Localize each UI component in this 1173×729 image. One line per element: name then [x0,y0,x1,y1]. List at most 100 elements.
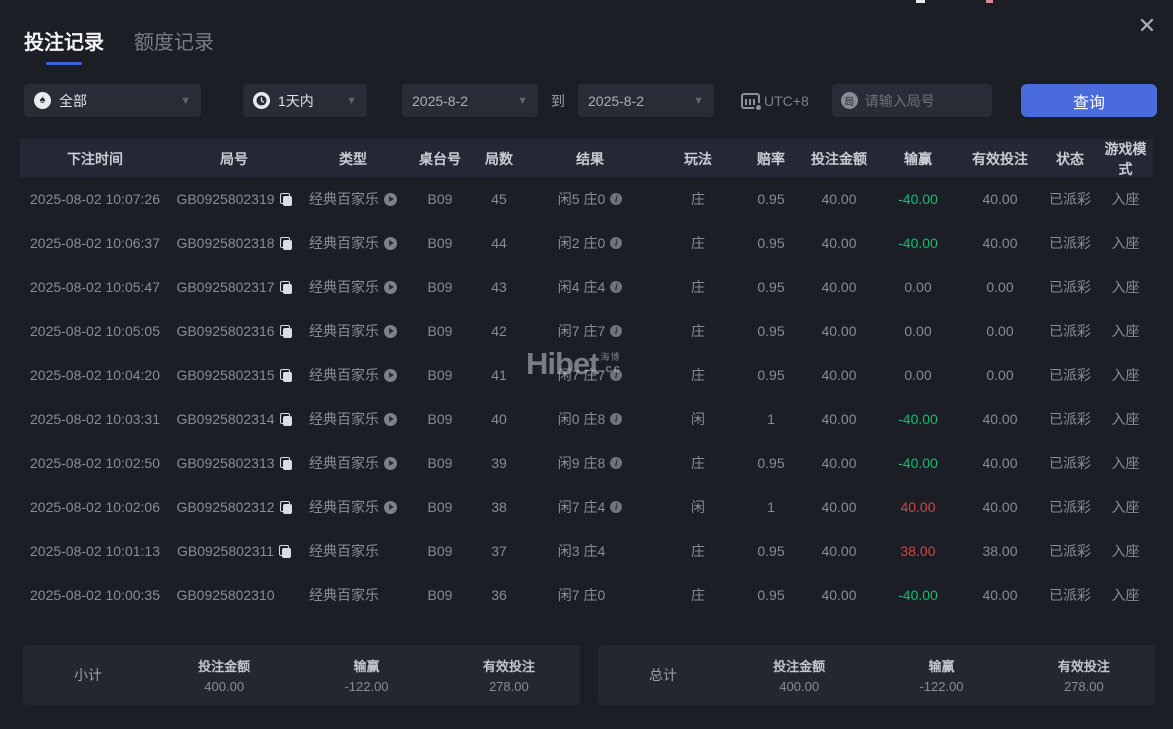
table-number: B09 [427,367,453,383]
play-type: 闲 [691,411,705,427]
video-replay-icon[interactable] [384,324,397,338]
time-range-dropdown[interactable]: 1天内 ▼ [243,84,367,117]
result-text: 闲4 庄4 [557,279,606,295]
info-icon[interactable]: i [610,237,623,249]
round-id-cell: GB0925802311 [170,543,298,559]
copy-icon[interactable] [279,192,292,206]
status-badge: 已派彩 [1049,235,1091,251]
copy-icon[interactable] [279,236,292,250]
play-type: 庄 [691,587,705,603]
win-loss: 0.00 [904,279,932,295]
subtotal-win-loss: 输赢 -122.00 [344,659,389,694]
round-id: GB0925802317 [176,279,275,295]
game-mode: 入座 [1111,587,1140,603]
bet-time: 2025-08-02 10:04:20 [30,367,160,383]
game-type: 经典百家乐 [309,587,379,603]
video-replay-icon[interactable] [384,368,397,382]
odds: 0.95 [757,367,785,383]
chevron-down-icon: ▼ [346,94,357,107]
win-loss: -40.00 [898,411,938,427]
column-header: 状态 [1056,151,1084,167]
result-text: 闲5 庄0 [557,191,606,207]
odds: 1 [767,499,775,515]
bet-records-table: 2025-08-02 10:07:26 GB0925802319 经典百家乐 B… [20,177,1153,617]
game-mode: 入座 [1111,279,1140,295]
game-mode: 入座 [1111,499,1140,515]
info-icon[interactable]: i [610,413,623,425]
table-number: B09 [427,499,453,515]
video-replay-icon[interactable] [384,412,397,426]
play-type: 庄 [691,279,705,295]
video-replay-icon[interactable] [384,280,397,294]
bet-amount: 40.00 [821,367,857,383]
video-replay-icon[interactable] [384,236,397,250]
bet-amount: 40.00 [821,411,857,427]
round-id-cell: GB0925802314 [170,411,298,427]
round-id-cell: GB0925802319 [170,191,298,207]
game-type-cell: 经典百家乐 [298,189,408,209]
game-type: 经典百家乐 [309,191,379,207]
win-loss: 0.00 [904,323,932,339]
date-from-dropdown[interactable]: 2025-8-2 ▼ [402,84,538,117]
tab-quota-records[interactable]: 额度记录 [134,26,214,65]
bet-amount: 40.00 [821,235,857,251]
game-type-cell: 经典百家乐 [298,541,408,561]
result-cell: 闲3 庄4 i [526,541,654,561]
date-to-dropdown[interactable]: 2025-8-2 ▼ [578,84,714,117]
result-cell: 闲5 庄0 i [526,189,654,209]
video-replay-icon[interactable] [384,192,397,206]
game-type-cell: 经典百家乐 [298,585,408,605]
bet-amount: 40.00 [821,191,857,207]
top-edge-remnant-white [916,0,925,3]
copy-icon[interactable] [279,412,292,426]
bet-time: 2025-08-02 10:06:37 [30,235,160,251]
valid-bet: 40.00 [982,587,1018,603]
result-cell: 闲7 庄7 i [526,321,654,341]
subtotal-label: 小计 [74,667,102,683]
round-number: 41 [491,367,507,383]
round-id: GB0925802310 [176,587,275,603]
tab-bet-records[interactable]: 投注记录 [24,26,104,65]
game-type-dropdown[interactable]: ♠ 全部 ▼ [24,84,201,117]
copy-icon[interactable] [279,456,292,470]
copy-icon[interactable] [279,280,292,294]
table-number: B09 [427,587,453,603]
game-type: 经典百家乐 [309,411,379,427]
round-number-input[interactable] [864,92,983,109]
total-win-loss: 输赢 -122.00 [919,659,964,694]
video-replay-icon[interactable] [384,456,397,470]
odds: 0.95 [757,455,785,471]
column-header: 投注金额 [811,151,867,167]
game-type-cell: 经典百家乐 [298,277,408,297]
close-icon[interactable]: ✕ [1133,12,1161,40]
status-badge: 已派彩 [1049,323,1091,339]
valid-bet: 40.00 [982,455,1018,471]
round-number: 40 [491,411,507,427]
info-icon[interactable]: i [610,193,623,205]
info-icon[interactable]: i [610,281,623,293]
valid-bet: 40.00 [982,191,1018,207]
copy-icon[interactable] [279,500,292,514]
info-icon[interactable]: i [610,501,623,513]
time-range-value: 1天内 [278,92,314,109]
info-icon[interactable]: i [610,325,623,337]
info-icon[interactable]: i [610,369,623,381]
video-replay-icon[interactable] [384,500,397,514]
round-id: GB0925802316 [176,323,275,339]
copy-icon[interactable] [279,544,292,558]
round-id-cell: GB0925802317 [170,279,298,295]
tab-bet-records-label: 投注记录 [24,32,104,54]
table-number: B09 [427,455,453,471]
play-type: 庄 [691,367,705,383]
search-button[interactable]: 查询 [1021,84,1157,117]
table-row: 2025-08-02 10:02:06 GB0925802312 经典百家乐 B… [20,485,1153,529]
copy-icon[interactable] [279,324,292,338]
round-id-cell: GB0925802316 [170,323,298,339]
subtotal-bet-amount: 投注金额 400.00 [198,659,251,694]
status-badge: 已派彩 [1049,543,1091,559]
result-cell: 闲0 庄8 i [526,409,654,429]
info-icon[interactable]: i [610,457,623,469]
copy-icon[interactable] [279,368,292,382]
result-cell: 闲7 庄0 i [526,585,654,605]
table-number: B09 [427,323,453,339]
